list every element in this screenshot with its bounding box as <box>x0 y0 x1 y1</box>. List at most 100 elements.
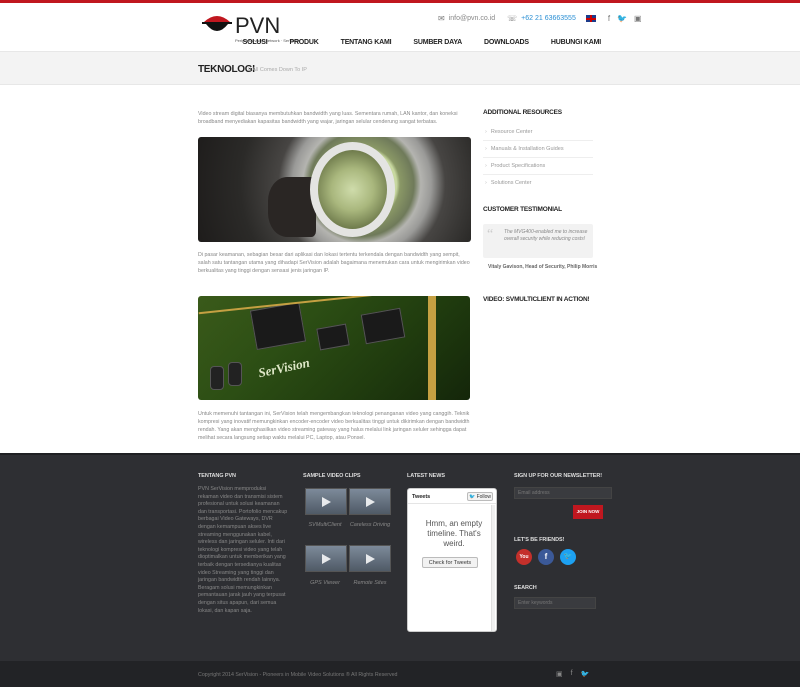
newsletter-heading: SIGN UP FOR OUR NEWSLETTER! <box>514 473 602 479</box>
facebook-icon[interactable]: f <box>571 670 573 678</box>
search-heading: SEARCH <box>514 585 537 591</box>
video-clip-caption[interactable]: Remote Sites <box>345 580 395 587</box>
bandwidth-paragraph: Di pasar keamanan, sebagian besar dari a… <box>198 252 470 274</box>
check-tweets-button[interactable]: Check for Tweets <box>422 557 478 568</box>
testimonial-heading: CUSTOMER TESTIMONIAL <box>483 206 562 213</box>
video-clip-thumb[interactable] <box>349 488 391 515</box>
copyright-text: Copyright 2014 SerVision - Pioneers in M… <box>198 672 398 678</box>
resources-heading: ADDITIONAL RESOURCES <box>483 109 562 116</box>
follow-button[interactable]: 🐦 Follow <box>467 492 493 501</box>
youtube-icon[interactable]: ▣ <box>634 14 642 23</box>
testimonial-box: “ The MVG400-enabled me to increase over… <box>483 224 593 258</box>
image-detail-lens <box>310 142 395 237</box>
twitter-icon[interactable]: 🐦 <box>560 549 576 565</box>
twitter-icon[interactable]: 🐦 <box>581 670 590 678</box>
image-capacitor-2 <box>228 362 242 386</box>
image-chip-small <box>316 323 350 351</box>
video-heading: VIDEO: SVMULTICLIENT IN ACTION! <box>483 296 590 303</box>
nav-downloads[interactable]: DOWNLOADS <box>484 39 529 46</box>
footer-news-heading: LATEST NEWS <box>407 473 445 479</box>
video-clip-caption[interactable]: SVMultiClient <box>300 522 350 529</box>
header-contact: ✉ info@pvn.co.id ☏ +62 21 63663555 f 🐦 ▣ <box>438 14 642 23</box>
footer-about-heading: TENTANG PVN <box>198 473 236 479</box>
facebook-icon[interactable]: f <box>608 14 610 23</box>
nav-sumber-daya[interactable]: SUMBER DAYA <box>413 39 462 46</box>
resource-link-solutions-center[interactable]: › Solutions Center <box>485 180 532 186</box>
testimonial-author: Vitaly Gavison, Head of Security, Philip… <box>488 264 598 270</box>
sidebar-divider <box>483 174 593 175</box>
site-header: PVN Peripheral vision network · SerVisio… <box>0 3 800 51</box>
main-nav: SOLUSI PRODUK TENTANG KAMI SUMBER DAYA D… <box>221 39 602 46</box>
header-social: f 🐦 ▣ <box>608 14 642 23</box>
image-chip-right <box>360 307 406 345</box>
resource-link-label: Manuals & Installation Guides <box>490 146 564 152</box>
chevron-right-icon: › <box>485 163 487 169</box>
video-clip-thumb[interactable] <box>305 488 347 515</box>
twitter-widget-header: Tweets 🐦 Follow <box>408 489 496 504</box>
resource-link-resource-center[interactable]: › Resource Center <box>485 129 532 135</box>
play-icon <box>366 554 375 564</box>
resource-link-label: Solutions Center <box>490 180 532 186</box>
newsletter-email-input[interactable]: Email address <box>514 487 612 499</box>
play-icon <box>322 497 331 507</box>
intro-paragraph: Video stream digital biasanya membutuhka… <box>198 111 458 125</box>
join-now-button[interactable]: JOIN NOW <box>573 505 603 519</box>
technology-paragraph: Untuk memenuhi tantangan ini, SerVision … <box>198 411 470 441</box>
logo-mark-icon <box>202 16 232 31</box>
resource-link-manuals[interactable]: › Manuals & Installation Guides <box>485 146 564 152</box>
play-icon <box>366 497 375 507</box>
empty-timeline-text: Hmm, an empty timeline. That's weird. <box>425 519 483 548</box>
bottom-bar: Copyright 2014 SerVision - Pioneers in M… <box>0 661 800 687</box>
follow-label: Follow <box>476 494 492 500</box>
tweets-title: Tweets <box>412 494 431 500</box>
youtube-icon[interactable]: ▣ <box>556 670 563 678</box>
play-icon <box>322 554 331 564</box>
video-clip-caption[interactable]: Careless Driving <box>345 522 395 529</box>
site-footer <box>0 453 800 661</box>
phone-icon: ☏ <box>507 14 518 23</box>
nav-hubungi-kami[interactable]: HUBUNGI KAMI <box>551 39 601 46</box>
video-clip-caption[interactable]: GPS Viewer <box>300 580 350 587</box>
page-title: TEKNOLOGI <box>198 64 255 75</box>
circuit-board-image: SerVision <box>198 296 470 400</box>
header-phone[interactable]: +62 21 63663555 <box>521 15 576 22</box>
twitter-icon[interactable]: 🐦 <box>617 14 627 23</box>
image-detail-arm <box>268 177 316 237</box>
title-band: TEKNOLOGI It All Comes Down To IP <box>0 51 800 85</box>
widget-scrollbar[interactable] <box>491 505 495 631</box>
chevron-right-icon: › <box>485 146 487 152</box>
image-chip-main <box>249 301 307 351</box>
youtube-icon[interactable]: You <box>516 549 532 565</box>
nav-solusi[interactable]: SOLUSI <box>243 39 268 46</box>
header-email[interactable]: info@pvn.co.id <box>449 15 495 22</box>
chevron-right-icon: › <box>485 180 487 186</box>
quote-icon: “ <box>487 227 494 242</box>
page-subtitle: It All Comes Down To IP <box>248 67 307 73</box>
image-connector <box>428 296 436 400</box>
sidebar-divider <box>483 157 593 158</box>
logo-text: PVN <box>235 13 281 38</box>
testimonial-quote: The MVG400-enabled me to increase overal… <box>504 229 588 242</box>
uk-flag-icon[interactable] <box>585 15 596 22</box>
friends-heading: LET'S BE FRIENDS! <box>514 537 565 543</box>
search-input[interactable]: Enter keywords <box>514 597 596 609</box>
image-capacitor-1 <box>210 366 224 390</box>
resource-link-specifications[interactable]: › Product Specifications <box>485 163 545 169</box>
resource-link-label: Product Specifications <box>490 163 546 169</box>
mail-icon: ✉ <box>438 14 445 23</box>
nav-produk[interactable]: PRODUK <box>289 39 318 46</box>
sidebar-divider <box>483 140 593 141</box>
nav-tentang-kami[interactable]: TENTANG KAMI <box>341 39 392 46</box>
footer-about-text: PVN SerVision memproduksi rekaman video … <box>198 486 288 614</box>
footer-clips-heading: SAMPLE VIDEO CLIPS <box>303 473 361 479</box>
bottom-social: ▣ f 🐦 <box>556 670 589 678</box>
lens-inspection-image <box>198 137 471 242</box>
video-clip-thumb[interactable] <box>305 545 347 572</box>
chevron-right-icon: › <box>485 129 487 135</box>
twitter-widget: Tweets 🐦 Follow Hmm, an empty timeline. … <box>407 488 497 632</box>
circuit-brand-text: SerVision <box>256 354 311 381</box>
video-clip-thumb[interactable] <box>349 545 391 572</box>
resource-link-label: Resource Center <box>490 129 533 135</box>
facebook-icon[interactable]: f <box>538 549 554 565</box>
twitter-bird-icon: 🐦 <box>468 494 476 500</box>
